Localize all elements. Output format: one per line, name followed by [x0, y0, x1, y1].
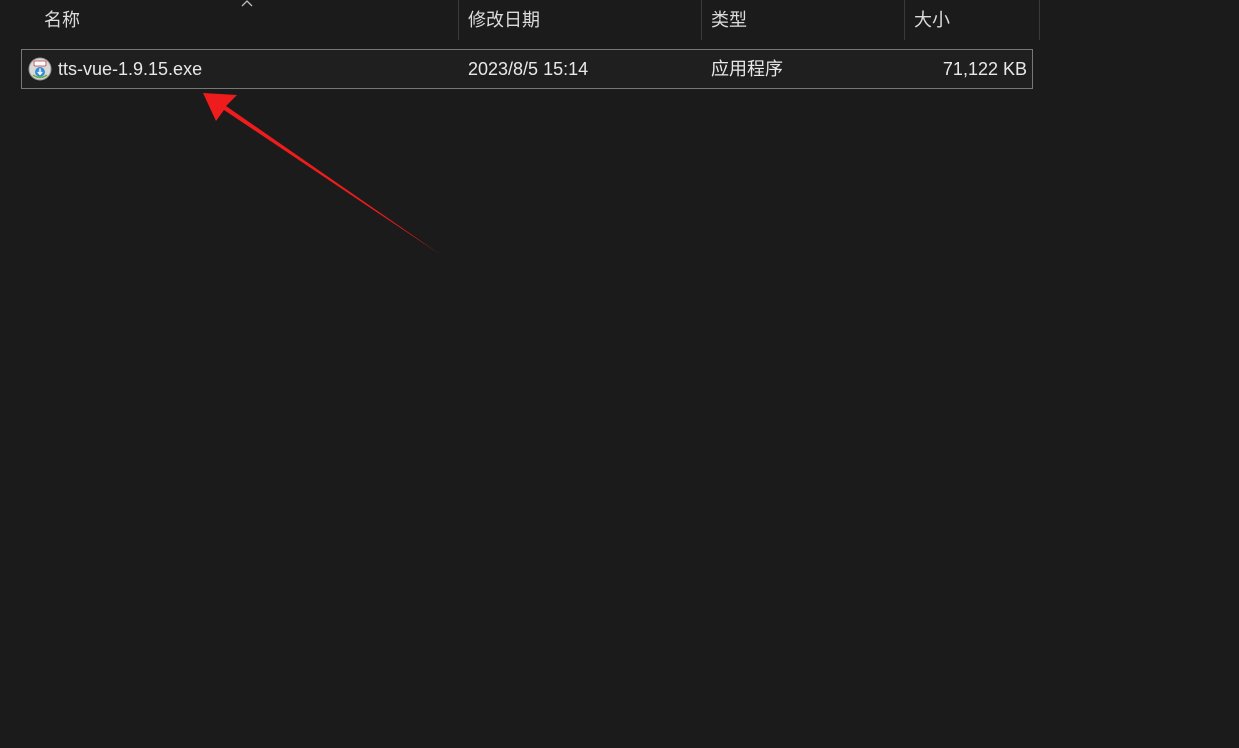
arrow-shape [203, 93, 441, 255]
file-type: 应用程序 [711, 59, 783, 79]
file-size: 71,122 KB [942, 59, 1027, 79]
file-name[interactable]: tts-vue-1.9.15.exe [58, 50, 202, 88]
column-header-date-modified[interactable]: 修改日期 [468, 0, 698, 40]
column-divider[interactable] [904, 0, 905, 40]
file-date-modified: 2023/8/5 15:14 [468, 59, 589, 79]
column-divider[interactable] [458, 0, 459, 40]
column-header-type[interactable]: 类型 [711, 0, 901, 40]
column-header-size[interactable]: 大小 [914, 0, 1034, 40]
column-header-bar: 名称 修改日期 类型 大小 [0, 0, 1040, 40]
red-arrow-annotation [203, 93, 441, 255]
column-divider[interactable] [701, 0, 702, 40]
column-divider[interactable] [1039, 0, 1040, 40]
file-row[interactable]: tts-vue-1.9.15.exe 2023/8/5 15:14 应用程序 7… [21, 49, 1033, 89]
installer-exe-icon [28, 57, 52, 81]
chevron-up-icon [241, 0, 253, 7]
